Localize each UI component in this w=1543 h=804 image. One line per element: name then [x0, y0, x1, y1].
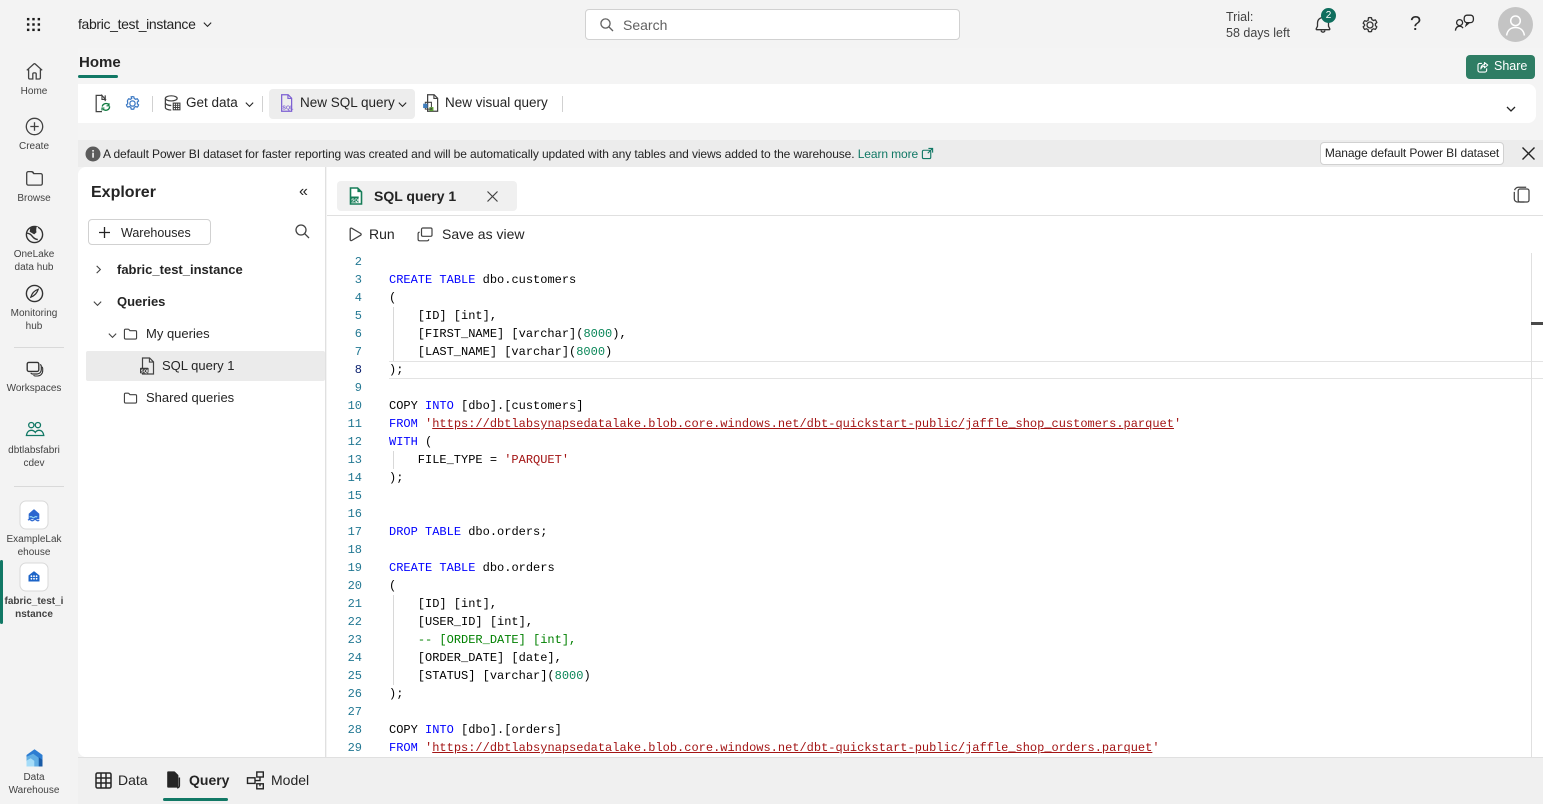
svg-text:SQL: SQL [282, 105, 294, 111]
svg-text:SQL: SQL [351, 197, 361, 202]
svg-text:SQL: SQL [141, 368, 150, 373]
